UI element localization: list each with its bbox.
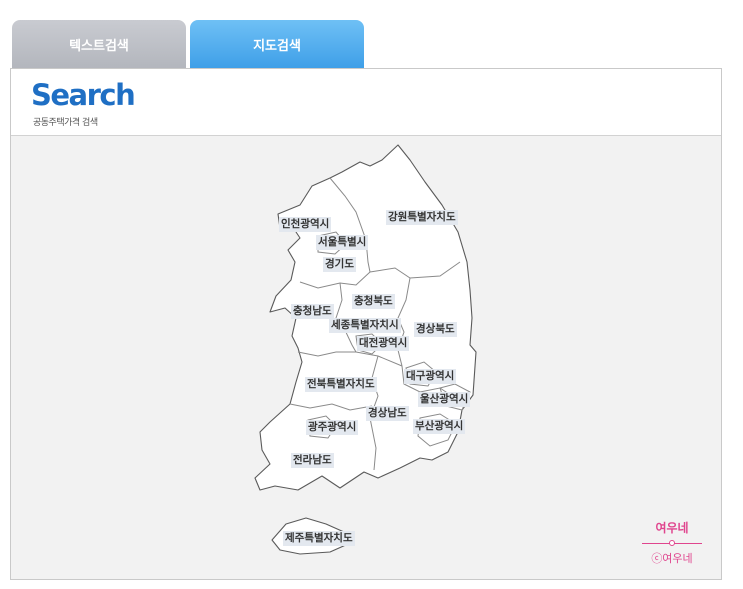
region-gwangju[interactable]: 광주광역시 xyxy=(306,420,359,435)
region-jeonnam[interactable]: 전라남도 xyxy=(291,453,334,468)
region-gyeongbuk[interactable]: 경상북도 xyxy=(414,322,457,337)
brand-name: 여우네 xyxy=(655,521,689,535)
brand-copyright: ⓒ여우네 xyxy=(651,552,693,565)
region-gyeongnam[interactable]: 경상남도 xyxy=(366,406,409,421)
region-daejeon[interactable]: 대전광역시 xyxy=(357,336,410,351)
region-seoul[interactable]: 서울특별시 xyxy=(316,235,369,250)
region-gangwon[interactable]: 강원특별자치도 xyxy=(386,210,458,225)
region-incheon[interactable]: 인천광역시 xyxy=(279,217,332,232)
region-gyeonggi[interactable]: 경기도 xyxy=(323,257,356,272)
region-daegu[interactable]: 대구광역시 xyxy=(404,369,457,384)
region-busan[interactable]: 부산광역시 xyxy=(413,419,466,434)
brand-divider xyxy=(642,540,702,548)
region-chungnam[interactable]: 충청남도 xyxy=(291,304,334,319)
region-chungbuk[interactable]: 충청북도 xyxy=(352,294,395,309)
region-jeonbuk[interactable]: 전북특별자치도 xyxy=(305,377,377,392)
region-jeju[interactable]: 제주특별자치도 xyxy=(283,531,355,546)
region-ulsan[interactable]: 울산광역시 xyxy=(418,392,471,407)
brand-dot-icon xyxy=(669,540,675,546)
brand-watermark: 여우네 ⓒ여우네 xyxy=(640,519,704,566)
region-sejong[interactable]: 세종특별자치시 xyxy=(329,318,401,333)
